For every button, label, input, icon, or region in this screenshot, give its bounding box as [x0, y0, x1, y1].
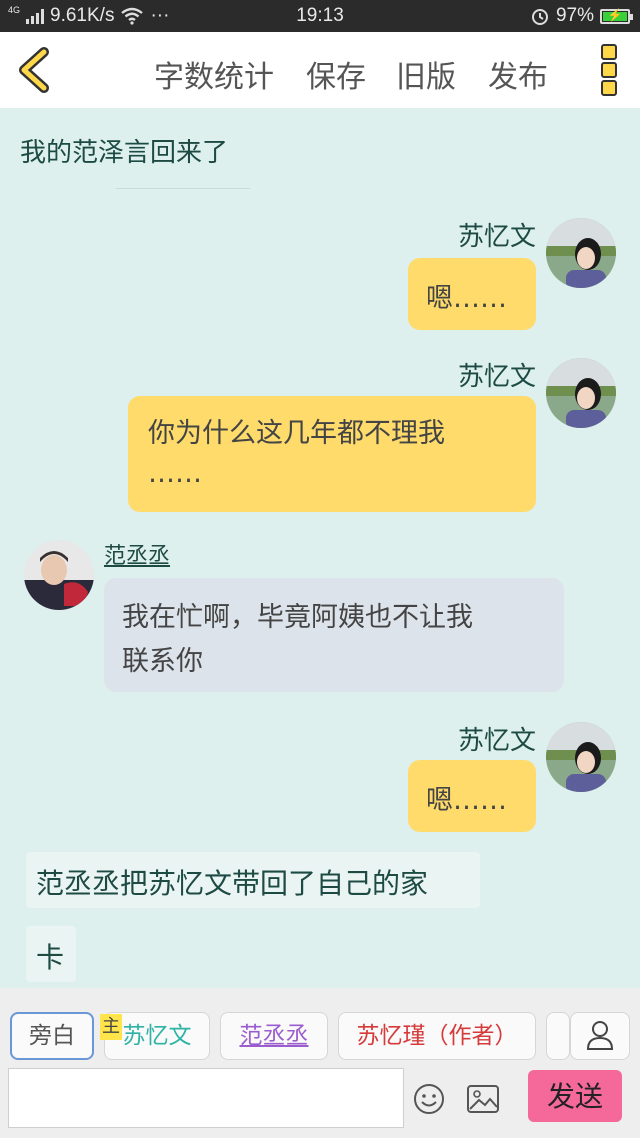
status-right: 97% ⚡ [530, 5, 633, 27]
image-icon[interactable] [466, 1084, 500, 1114]
speaker-name: 苏忆文 [457, 222, 536, 252]
speaker-name: 苏忆文 [457, 726, 536, 756]
more-vertical-icon[interactable] [600, 44, 618, 96]
avatar[interactable] [546, 218, 616, 288]
story-title[interactable]: 我的范泽言回来了 [20, 132, 228, 169]
avatar[interactable] [24, 540, 94, 610]
emoji-icon[interactable] [412, 1082, 446, 1116]
composer-panel: 旁白 苏忆文 主 范丞丞 苏忆瑾（作者） 发送 [0, 988, 640, 1138]
message-text-line: 你为什么这几年都不理我 [148, 418, 445, 449]
save-button[interactable]: 保存 [306, 52, 366, 96]
person-icon[interactable] [570, 1012, 630, 1060]
role-selector: 旁白 苏忆文 主 范丞丞 苏忆瑾（作者） [0, 988, 640, 1066]
speaker-name: 苏忆文 [457, 362, 536, 392]
message-bubble[interactable]: 我在忙啊，毕竟阿姨也不让我 联系你 [104, 578, 564, 692]
message-input[interactable] [8, 1068, 404, 1128]
battery-percent: 97% [555, 5, 594, 26]
editor-header: 字数统计 保存 旧版 发布 [0, 32, 640, 108]
publish-button[interactable]: 发布 [488, 52, 548, 96]
speaker-name: 范丞丞 [104, 544, 171, 569]
alarm-icon [531, 9, 548, 25]
narration[interactable]: 范丞丞把苏忆文带回了自己的家 [26, 852, 480, 908]
narration[interactable]: 卡 [26, 926, 76, 982]
send-button[interactable]: 发送 [528, 1070, 622, 1122]
status-bar: 4G 9.61K/s ··· 19:13 97% ⚡ [0, 0, 640, 32]
main-role-badge: 主 [100, 1014, 122, 1040]
message-bubble[interactable]: 嗯…… [408, 258, 536, 330]
chat-area[interactable]: 我的范泽言回来了 苏忆文 嗯…… 苏忆文 你为什么这几年都不理我 …… 范丞丞 … [0, 108, 640, 988]
old-version-button[interactable]: 旧版 [396, 52, 456, 96]
word-count-button[interactable]: 字数统计 [154, 52, 274, 96]
role-fan-chengcheng[interactable]: 范丞丞 [220, 1012, 328, 1060]
divider [116, 188, 250, 189]
role-su-yijin-author[interactable]: 苏忆瑾（作者） [338, 1012, 536, 1060]
avatar[interactable] [546, 722, 616, 792]
chevron-left-icon[interactable] [14, 46, 58, 94]
message-text-line: …… [148, 458, 202, 489]
message-text-line: 我在忙啊，毕竟阿姨也不让我 [122, 602, 473, 633]
message-text-line: 联系你 [122, 646, 203, 677]
user-icon [586, 1021, 614, 1050]
battery-icon: ⚡ [600, 8, 633, 24]
avatar[interactable] [546, 358, 616, 428]
message-bubble[interactable]: 嗯…… [408, 760, 536, 832]
message-bubble[interactable]: 你为什么这几年都不理我 …… [128, 396, 536, 512]
role-partial[interactable] [546, 1012, 570, 1060]
role-narrator[interactable]: 旁白 [10, 1012, 94, 1060]
